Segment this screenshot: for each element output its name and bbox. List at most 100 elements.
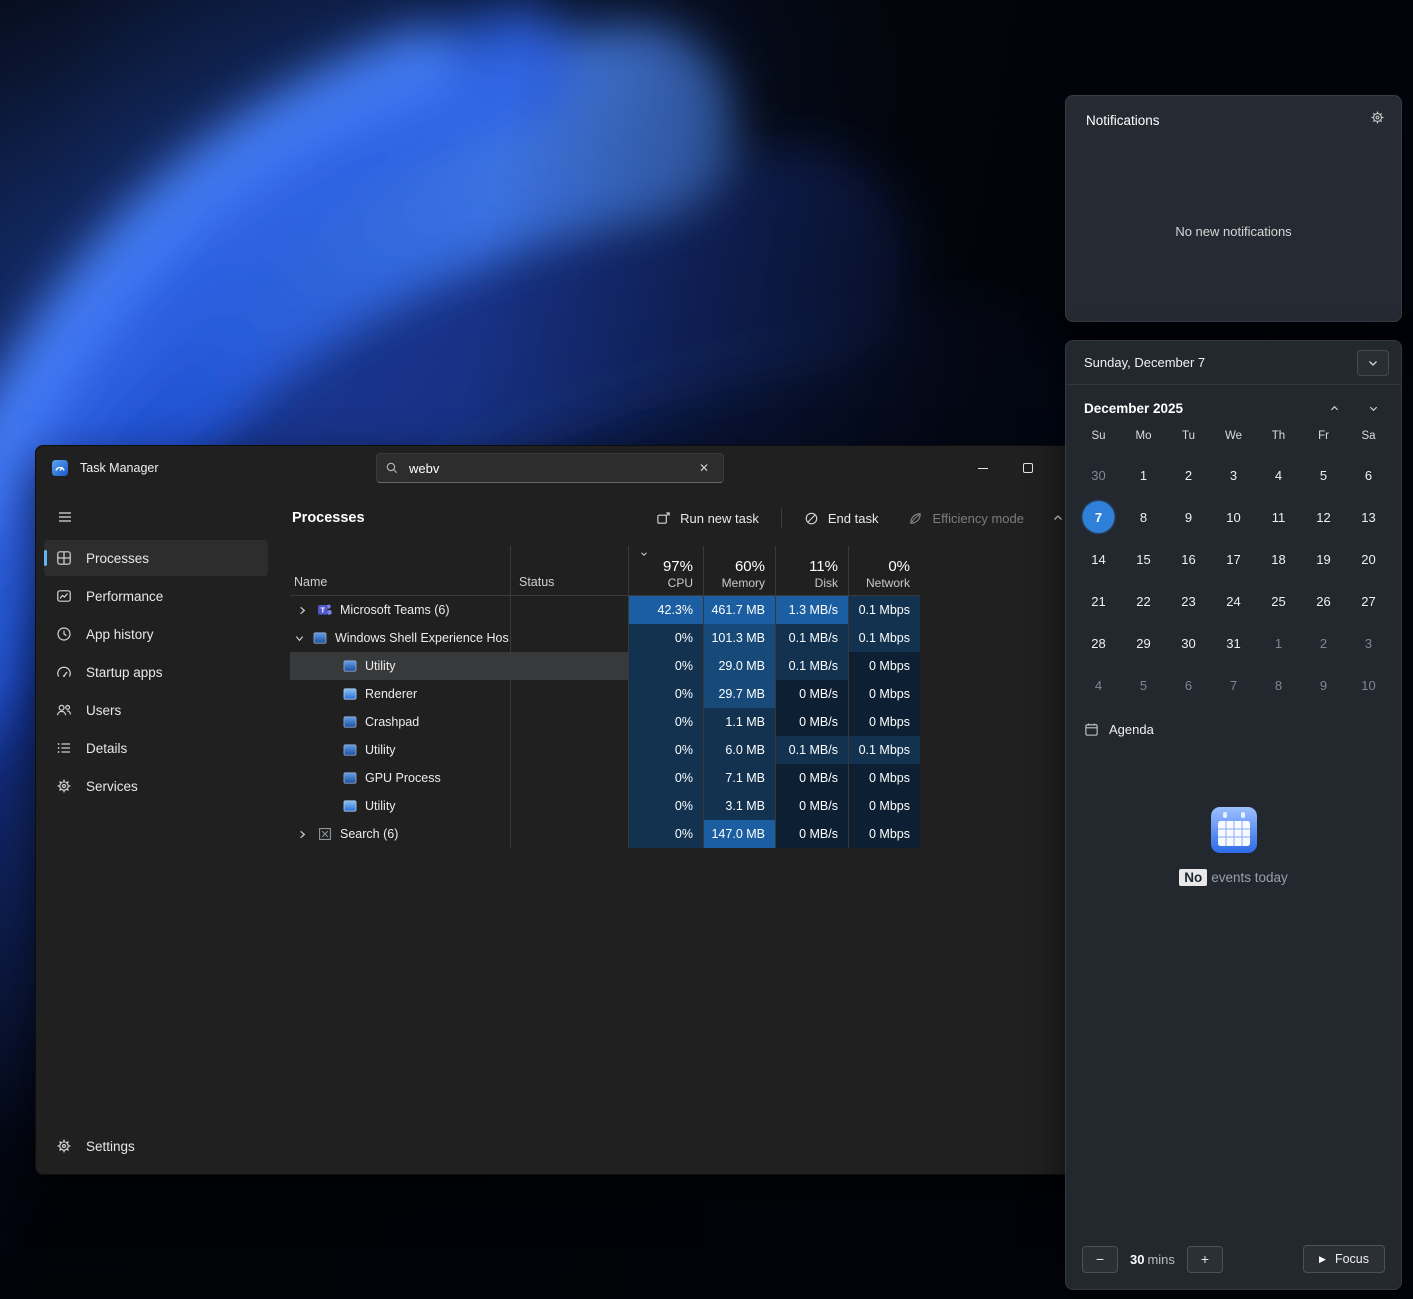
agenda-empty-text: Noevents today	[1066, 870, 1401, 885]
calendar-collapse-button[interactable]	[1357, 350, 1389, 376]
search-input[interactable]	[409, 461, 693, 476]
minimize-button[interactable]	[962, 452, 1004, 484]
calendar-day[interactable]: 10	[1346, 664, 1391, 706]
calendar-day[interactable]: 17	[1211, 538, 1256, 580]
calendar-day[interactable]: 7	[1211, 664, 1256, 706]
calendar-day[interactable]: 15	[1121, 538, 1166, 580]
column-header-status[interactable]: Status	[510, 546, 628, 595]
calendar-day[interactable]: 26	[1301, 580, 1346, 622]
calendar-day[interactable]: 24	[1211, 580, 1256, 622]
disk-value-cell: 0.1 MB/s	[775, 652, 848, 680]
sidebar-item-performance[interactable]: Performance	[44, 578, 268, 614]
sidebar-item-services[interactable]: Services	[44, 768, 268, 804]
process-row[interactable]: Crashpad0%1.1 MB0 MB/s0 Mbps	[290, 708, 920, 736]
calendar-day[interactable]: 2	[1301, 622, 1346, 664]
calendar-day[interactable]: 21	[1076, 580, 1121, 622]
calendar-day[interactable]: 8	[1121, 496, 1166, 538]
month-navigation	[1329, 403, 1379, 414]
sidebar-item-label: Settings	[86, 1139, 135, 1154]
calendar-day[interactable]: 1	[1121, 454, 1166, 496]
process-name: GPU Process	[365, 771, 441, 785]
column-header-network[interactable]: 0% Network	[848, 546, 920, 595]
sidebar-item-settings[interactable]: Settings	[44, 1128, 268, 1164]
chevron-right-icon[interactable]	[294, 829, 310, 840]
calendar-day[interactable]: 5	[1301, 454, 1346, 496]
sidebar-item-startup[interactable]: Startup apps	[44, 654, 268, 690]
calendar-day[interactable]: 4	[1076, 664, 1121, 706]
calendar-day[interactable]: 9	[1301, 664, 1346, 706]
process-row[interactable]: TMicrosoft Teams (6)42.3%461.7 MB1.3 MB/…	[290, 596, 920, 624]
previous-month-icon[interactable]	[1329, 403, 1340, 414]
calendar-day[interactable]: 9	[1166, 496, 1211, 538]
calendar-day[interactable]: 11	[1256, 496, 1301, 538]
maximize-button[interactable]	[1007, 452, 1049, 484]
calendar-day[interactable]: 6	[1346, 454, 1391, 496]
process-name-cell: Renderer	[290, 680, 510, 708]
calendar-day[interactable]: 23	[1166, 580, 1211, 622]
calendar-day[interactable]: 3	[1346, 622, 1391, 664]
process-status-cell	[510, 736, 628, 764]
calendar-day[interactable]: 31	[1211, 622, 1256, 664]
calendar-day[interactable]: 22	[1121, 580, 1166, 622]
sidebar-item-users[interactable]: Users	[44, 692, 268, 728]
process-row[interactable]: GPU Process0%7.1 MB0 MB/s0 Mbps	[290, 764, 920, 792]
calendar-day[interactable]: 8	[1256, 664, 1301, 706]
calendar-day[interactable]: 20	[1346, 538, 1391, 580]
network-value-cell: 0 Mbps	[848, 792, 920, 820]
process-row[interactable]: Utility0%6.0 MB0.1 MB/s0.1 Mbps	[290, 736, 920, 764]
calendar-day[interactable]: 19	[1301, 538, 1346, 580]
decrease-duration-button[interactable]: −	[1082, 1246, 1118, 1273]
network-value-cell: 0 Mbps	[848, 680, 920, 708]
column-header-cpu[interactable]: 97% CPU	[628, 546, 703, 595]
memory-value-cell: 1.1 MB	[703, 708, 775, 736]
calendar-day[interactable]: 7	[1076, 496, 1121, 538]
sidebar-item-history[interactable]: App history	[44, 616, 268, 652]
calendar-day[interactable]: 27	[1346, 580, 1391, 622]
sidebar-item-details[interactable]: Details	[44, 730, 268, 766]
calendar-day[interactable]: 6	[1166, 664, 1211, 706]
process-row[interactable]: Windows Shell Experience Hos...0%101.3 M…	[290, 624, 920, 652]
calendar-day[interactable]: 3	[1211, 454, 1256, 496]
calendar-day[interactable]: 25	[1256, 580, 1301, 622]
calendar-day[interactable]: 10	[1211, 496, 1256, 538]
chevron-down-icon[interactable]	[294, 633, 305, 644]
column-header-memory[interactable]: 60% Memory	[703, 546, 775, 595]
calendar-day[interactable]: 1	[1256, 622, 1301, 664]
end-task-button[interactable]: End task	[792, 505, 891, 532]
calendar-day[interactable]: 5	[1121, 664, 1166, 706]
cpu-value-cell: 0%	[628, 708, 703, 736]
calendar-day[interactable]: 14	[1076, 538, 1121, 580]
calendar-day[interactable]: 29	[1121, 622, 1166, 664]
agenda-header[interactable]: Agenda	[1066, 706, 1401, 745]
process-row[interactable]: Search (6)0%147.0 MB0 MB/s0 Mbps	[290, 820, 920, 848]
focus-button[interactable]: ▶ Focus	[1303, 1245, 1385, 1273]
column-header-name[interactable]: Name	[290, 546, 510, 595]
chevron-right-icon[interactable]	[294, 605, 310, 616]
process-row[interactable]: Utility0%29.0 MB0.1 MB/s0 Mbps	[290, 652, 920, 680]
run-new-task-button[interactable]: Run new task	[644, 505, 771, 532]
sidebar-item-processes[interactable]: Processes	[44, 540, 268, 576]
calendar-day[interactable]: 16	[1166, 538, 1211, 580]
toolbar-overflow-button[interactable]	[1052, 512, 1064, 524]
process-row[interactable]: Utility0%3.1 MB0 MB/s0 Mbps	[290, 792, 920, 820]
calendar-day[interactable]: 30	[1166, 622, 1211, 664]
calendar-day[interactable]: 30	[1076, 454, 1121, 496]
calendar-day[interactable]: 2	[1166, 454, 1211, 496]
next-month-icon[interactable]	[1368, 403, 1379, 414]
calendar-day[interactable]: 18	[1256, 538, 1301, 580]
calendar-day[interactable]: 4	[1256, 454, 1301, 496]
increase-duration-button[interactable]: +	[1187, 1246, 1223, 1273]
search-box[interactable]: ✕	[376, 453, 724, 483]
notifications-settings-button[interactable]	[1370, 110, 1385, 130]
focus-duration: 30mins	[1130, 1252, 1175, 1267]
calendar-day[interactable]: 12	[1301, 496, 1346, 538]
clear-search-icon[interactable]: ✕	[693, 459, 715, 477]
calendar-day[interactable]: 13	[1346, 496, 1391, 538]
window-app-icon	[342, 714, 358, 730]
column-header-disk[interactable]: 11% Disk	[775, 546, 848, 595]
process-row[interactable]: Renderer0%29.7 MB0 MB/s0 Mbps	[290, 680, 920, 708]
efficiency-mode-button[interactable]: Efficiency mode	[896, 505, 1036, 532]
calendar-day[interactable]: 28	[1076, 622, 1121, 664]
sidebar-items: ProcessesPerformanceApp historyStartup a…	[36, 540, 276, 804]
navigation-menu-button[interactable]	[48, 502, 82, 532]
